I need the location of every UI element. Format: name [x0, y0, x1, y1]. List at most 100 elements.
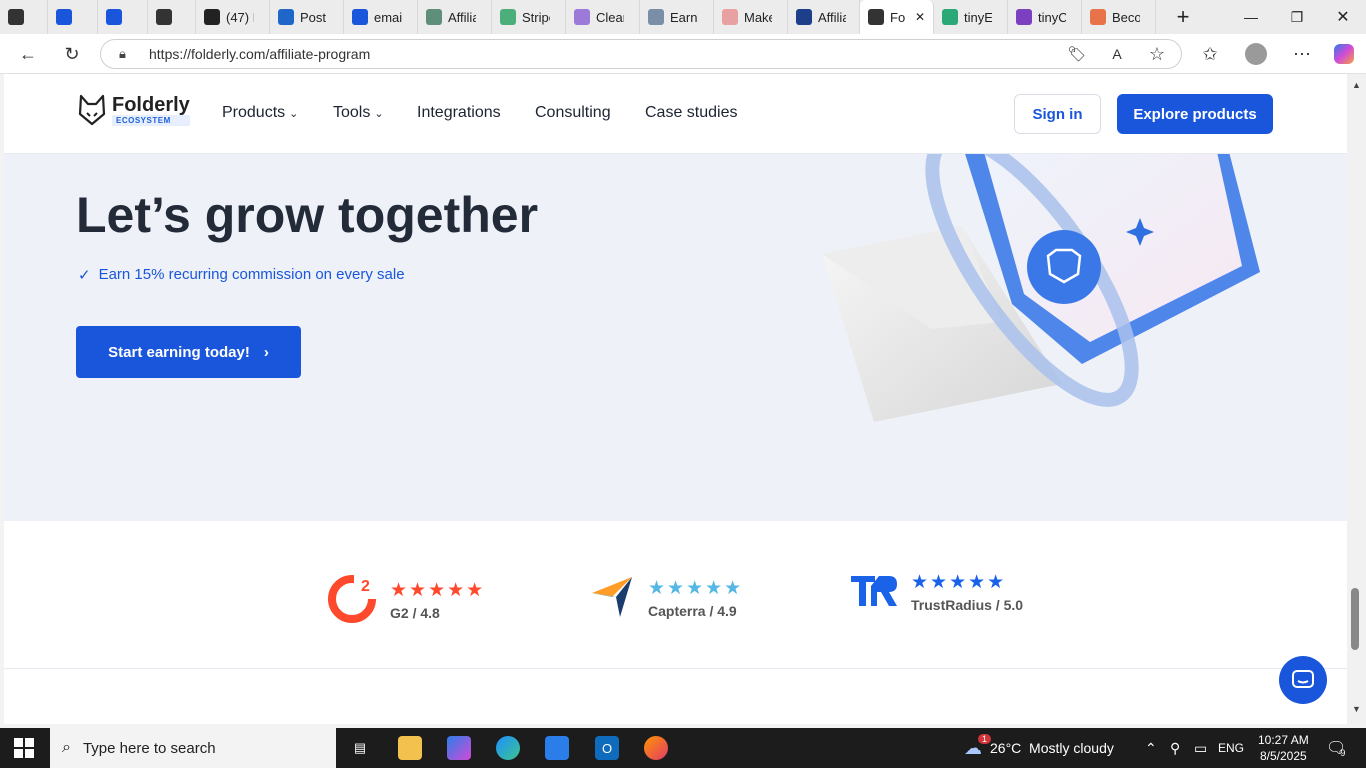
search-icon: [106, 9, 122, 25]
new-tab-button[interactable]: +: [1160, 0, 1206, 34]
ratings-section: 2 ★★★★★ G2 / 4.8 ★★★★★ Capterra / 4.9 ★★★★★ Tr…: [4, 521, 1347, 669]
favorite-star-icon[interactable]: ☆: [1143, 40, 1171, 68]
scroll-down-icon[interactable]: ▼: [1352, 704, 1361, 714]
tw-icon: [722, 9, 738, 25]
network-icon[interactable]: ⚲: [1170, 728, 1180, 768]
nav-consulting[interactable]: Consulting: [535, 104, 611, 122]
address-bar: ← ↻ 🔒︎ https://folderly.com/affiliate-pr…: [0, 34, 1366, 74]
tag-icon[interactable]: 🏷︎: [1063, 40, 1091, 68]
browser-tab[interactable]: [98, 0, 148, 34]
store-icon[interactable]: [545, 736, 569, 760]
firefox-icon[interactable]: [644, 736, 668, 760]
browser-tab[interactable]: [0, 0, 48, 34]
search-icon: [352, 9, 368, 25]
profile-avatar[interactable]: [1242, 40, 1270, 68]
read-aloud-icon[interactable]: A: [1103, 40, 1131, 68]
browser-tab[interactable]: [148, 0, 196, 34]
maximize-button[interactable]: ❐: [1274, 0, 1320, 34]
edge-icon[interactable]: [496, 736, 520, 760]
back-button[interactable]: ←: [14, 40, 42, 68]
commission-text: Earn 15% recurring commission on every s…: [98, 266, 405, 283]
tab-actions-icon: [8, 9, 24, 25]
scroll-up-icon[interactable]: ▲: [1352, 80, 1361, 90]
svg-text:2: 2: [361, 578, 370, 595]
chat-icon: [1292, 670, 1314, 688]
nav-products-label: Products: [222, 104, 286, 121]
nav-tools-label: Tools: [333, 104, 371, 121]
favorites-icon[interactable]: ✩: [1196, 40, 1224, 68]
explore-products-button[interactable]: Explore products: [1117, 94, 1273, 134]
tab-label: Becom: [1112, 9, 1140, 25]
tab-label: Make M: [744, 9, 772, 25]
taskbar: ⌕ Type here to search ▤ O ☁ 1 26°C Mostl…: [0, 728, 1366, 768]
browser-tab[interactable]: (47) Po: [196, 0, 270, 34]
at-icon: [942, 9, 958, 25]
browser-tab[interactable]: Earn $5: [640, 0, 714, 34]
browser-tab[interactable]: email a: [344, 0, 418, 34]
browser-tab[interactable]: Stripo a: [492, 0, 566, 34]
browser-tab[interactable]: Clean E: [566, 0, 640, 34]
task-view-icon[interactable]: ▤: [348, 736, 372, 760]
site-logo[interactable]: Folderly ECOSYSTEM: [78, 94, 190, 126]
logo-sub: ECOSYSTEM: [112, 114, 190, 126]
taskbar-search-placeholder: Type here to search: [82, 739, 216, 757]
logo-name: Folderly: [112, 93, 190, 116]
lock-icon: 🔒︎: [119, 46, 126, 61]
nav-integrations[interactable]: Integrations: [417, 104, 501, 122]
start-earning-button[interactable]: Start earning today! ›: [76, 326, 301, 378]
hero-title: Let’s grow together: [76, 187, 539, 243]
weather-badge: 1: [978, 734, 992, 744]
plane-icon: [648, 9, 664, 25]
nav-case-studies[interactable]: Case studies: [645, 104, 738, 122]
outlook-icon[interactable]: O: [595, 736, 619, 760]
rating-capterra: ★★★★★ Capterra / 4.9: [590, 573, 743, 624]
sign-in-button[interactable]: Sign in: [1014, 94, 1101, 134]
copilot-icon[interactable]: [1330, 40, 1358, 68]
close-window-button[interactable]: ✕: [1320, 0, 1366, 34]
battery-icon[interactable]: ▭: [1194, 728, 1207, 768]
clock[interactable]: 10:27 AM 8/5/2025: [1258, 728, 1309, 768]
star-rating-icon: ★★★★★: [648, 577, 744, 599]
language-indicator[interactable]: ENG: [1218, 728, 1244, 768]
envelope-coupon-illustration: [822, 154, 1260, 422]
more-menu-icon[interactable]: ⋯: [1288, 40, 1316, 68]
date-text: 8/5/2025: [1259, 749, 1307, 763]
scrollbar-thumb[interactable]: [1351, 588, 1359, 650]
taskbar-search[interactable]: ⌕ Type here to search: [50, 728, 336, 768]
close-tab-icon[interactable]: ✕: [915, 10, 925, 24]
copilot-app-icon[interactable]: [447, 736, 471, 760]
notification-count: 9: [1340, 748, 1346, 758]
browser-tab[interactable]: tinyEm: [934, 0, 1008, 34]
tab-label: Earn $5: [670, 9, 698, 25]
browser-tab[interactable]: Make M: [714, 0, 788, 34]
browser-tab[interactable]: [48, 0, 98, 34]
url-field[interactable]: 🔒︎ https://folderly.com/affiliate-progra…: [100, 39, 1182, 69]
chat-widget-button[interactable]: [1279, 656, 1327, 704]
refresh-button[interactable]: ↻: [58, 40, 86, 68]
rating-g2: 2 ★★★★★ G2 / 4.8: [328, 573, 485, 628]
browser-tab[interactable]: Post thr: [270, 0, 344, 34]
browser-tab[interactable]: Affiliate: [788, 0, 860, 34]
nav-tools[interactable]: Tools ⌄: [333, 104, 384, 122]
browser-tab[interactable]: tinyCo: [1008, 0, 1082, 34]
chevron-down-icon: ⌄: [374, 107, 384, 120]
rating-label: Capterra / 4.9: [648, 602, 737, 619]
tab-label: (47) Po: [226, 9, 254, 25]
minimize-button[interactable]: —: [1228, 0, 1274, 34]
web-page: Folderly ECOSYSTEM Products ⌄ Tools ⌄ Inte…: [4, 74, 1347, 724]
file-explorer-icon[interactable]: [398, 736, 422, 760]
notification-icon[interactable]: 🗨︎ 9: [1326, 728, 1346, 768]
tab-label: Affiliate: [818, 9, 846, 25]
xf-icon: [278, 9, 294, 25]
page-scrollbar[interactable]: ▲ ▼: [1347, 74, 1366, 724]
fox-icon: [868, 9, 884, 25]
browser-tab[interactable]: Fo ✕: [860, 0, 934, 34]
browser-tab[interactable]: Affiliate: [418, 0, 492, 34]
b-icon: [204, 9, 220, 25]
windows-start-icon[interactable]: [14, 738, 34, 758]
nav-products[interactable]: Products ⌄: [222, 104, 298, 122]
tab-label: Affiliate: [448, 9, 476, 25]
weather-widget[interactable]: ☁ 1 26°C Mostly cloudy: [964, 728, 1114, 768]
chevron-up-icon[interactable]: ⌃: [1145, 728, 1157, 768]
browser-tab[interactable]: Becom: [1082, 0, 1156, 34]
